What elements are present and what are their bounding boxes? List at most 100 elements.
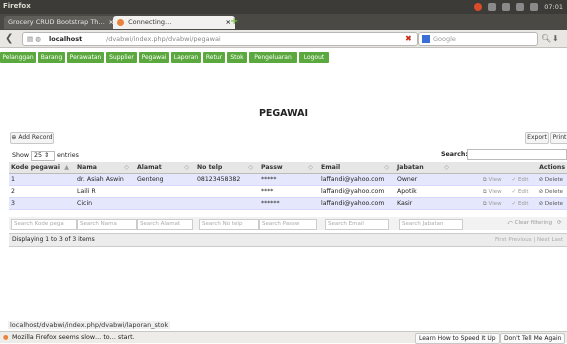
table-row[interactable]: 2 Laili R **** laffandi@yahoo.com Apotik…: [9, 185, 567, 198]
cell-kode: 1: [9, 173, 75, 186]
loading-icon: [117, 18, 124, 26]
battery-icon[interactable]: [516, 3, 525, 11]
data-table: Kode pegawai ▲ Nama ◇ Alamat ◇ No telp ◇ Pas…: [9, 162, 567, 210]
clock[interactable]: 07:01: [544, 3, 563, 11]
table-footer: Displaying 1 to 3 of 3 items First Previ…: [9, 233, 567, 247]
pager: First Previous | Next Last: [495, 237, 563, 243]
pager-last[interactable]: Last: [552, 237, 563, 243]
delete-button[interactable]: ⊘ Delete: [539, 177, 563, 183]
cell-jabatan: Apotik: [395, 185, 455, 198]
learn-speed-button[interactable]: Learn How to Speed It Up: [415, 333, 500, 344]
view-button[interactable]: ⧉ View: [483, 201, 502, 208]
displaying-info: Displaying 1 to 3 of 3 items: [12, 236, 95, 243]
wifi-icon[interactable]: [488, 3, 497, 11]
search-icon[interactable]: 🔍︎: [541, 34, 551, 43]
search-placeholder: Google: [433, 35, 456, 43]
power-icon[interactable]: [474, 3, 483, 11]
url-host: localhost: [49, 35, 83, 43]
page-info-icon[interactable]: ▤ ◍: [27, 33, 41, 45]
volume-icon[interactable]: [530, 3, 539, 11]
window-title: Firefox: [3, 2, 31, 10]
filter-jabatan-input[interactable]: Search Jabatan: [399, 219, 463, 230]
filter-nama-input[interactable]: Search Nama: [77, 219, 137, 230]
menu-barang[interactable]: Barang: [38, 52, 65, 63]
col-alamat[interactable]: Alamat ◇: [135, 162, 195, 174]
search-engine-icon[interactable]: [422, 35, 430, 43]
slow-start-message: Mozilla Firefox seems slow… to… start.: [12, 334, 135, 341]
cell-passw: *****: [259, 173, 319, 186]
tab-label: Connecting…: [128, 18, 172, 26]
status-url: localhost/dvabwi/index.php/dvabwi/lapora…: [8, 321, 171, 329]
cell-email: laffandi@yahoo.com: [319, 197, 395, 210]
row-actions: ⧉ View ✓ Edit ⊘ Delete: [455, 185, 567, 198]
table-search-input[interactable]: [467, 149, 567, 160]
col-email[interactable]: Email ◇: [319, 162, 395, 174]
col-telp[interactable]: No telp ◇: [195, 162, 259, 174]
new-tab-icon[interactable]: +: [230, 17, 240, 27]
pager-next[interactable]: Next: [537, 237, 550, 243]
menu-pegawai[interactable]: Pegawai: [139, 52, 169, 63]
export-button[interactable]: Export: [525, 132, 549, 144]
col-passw[interactable]: Passw ◇: [259, 162, 319, 174]
edit-button[interactable]: ✓ Edit: [512, 177, 529, 183]
download-icon[interactable]: ⬇: [552, 34, 559, 43]
edit-button[interactable]: ✓ Edit: [512, 201, 529, 207]
menu-logout[interactable]: Logout: [299, 52, 329, 63]
col-nama[interactable]: Nama ◇: [75, 162, 135, 174]
table-header: Kode pegawai ▲ Nama ◇ Alamat ◇ No telp ◇ Pas…: [9, 162, 567, 174]
delete-button[interactable]: ⊘ Delete: [539, 201, 563, 207]
filter-telp-input[interactable]: Search No telp: [199, 219, 259, 230]
edit-button[interactable]: ✓ Edit: [512, 189, 529, 195]
menu-stok[interactable]: Stok: [227, 52, 247, 63]
menu-perawatan[interactable]: Perawatan: [67, 52, 104, 63]
tab-label: Grocery CRUD Bootstrap Th…: [8, 18, 105, 26]
clear-filtering-button[interactable]: ⤺ Clear filtering: [507, 220, 552, 227]
search-bar[interactable]: Google: [418, 32, 538, 46]
cell-jabatan: Owner: [395, 173, 455, 186]
menu-laporan[interactable]: Laporan: [171, 52, 201, 63]
back-icon[interactable]: ❮: [5, 33, 17, 45]
entries-label: entries: [57, 152, 79, 159]
filter-passw-input[interactable]: Search Passw: [259, 219, 317, 230]
view-button[interactable]: ⧉ View: [483, 189, 502, 196]
cell-telp: [195, 197, 259, 210]
url-bar[interactable]: ▤ ◍ localhost /dvabwi/index.php/dvabwi/p…: [22, 32, 418, 46]
print-button[interactable]: Print: [550, 132, 567, 144]
pager-previous[interactable]: Previous: [508, 237, 531, 243]
menu-pelanggan[interactable]: Pelanggan: [0, 52, 36, 63]
menu-retur[interactable]: Retur: [203, 52, 225, 63]
system-tray: 07:01: [474, 2, 563, 12]
tab-grocery-crud[interactable]: Grocery CRUD Bootstrap Th… ×: [4, 16, 118, 29]
app-menu: Pelanggan Barang Perawatan Supplier Pega…: [0, 51, 340, 64]
cell-nama: Cicin: [75, 197, 135, 210]
add-record-button[interactable]: ⊕ Add Record: [10, 132, 54, 144]
dont-tell-button[interactable]: Don't Tell Me Again: [500, 333, 566, 344]
filter-alamat-input[interactable]: Search Alamat: [137, 219, 193, 230]
stop-icon[interactable]: ✖: [405, 34, 412, 43]
firefox-icon: ●: [3, 334, 9, 341]
table-row[interactable]: 1 dr. Asiah Aswin Genteng 08123458382 **…: [9, 173, 567, 186]
menu-pengeluaran[interactable]: Pengeluaran: [249, 52, 297, 63]
col-kode[interactable]: Kode pegawai ▲: [9, 162, 75, 174]
view-button[interactable]: ⧉ View: [483, 177, 502, 184]
cell-nama: Laili R: [75, 185, 135, 198]
cell-email: laffandi@yahoo.com: [319, 185, 395, 198]
add-record-label: Add Record: [18, 134, 53, 141]
table-row[interactable]: 3 Cicin ****** laffandi@yahoo.com Kasir …: [9, 197, 567, 210]
filter-email-input[interactable]: Search Email: [325, 219, 389, 230]
pager-first[interactable]: First: [495, 237, 507, 243]
cell-alamat: [135, 197, 195, 210]
os-title-bar: Firefox 07:01: [0, 0, 567, 14]
col-jabatan[interactable]: Jabatan ◇: [395, 162, 455, 174]
menu-supplier[interactable]: Supplier: [106, 52, 137, 63]
filter-kode-input[interactable]: Search Kode pega: [11, 219, 77, 230]
show-label: Show: [12, 152, 29, 159]
refresh-icon[interactable]: ⟳: [557, 220, 562, 226]
tab-strip: Grocery CRUD Bootstrap Th… × Connecting……: [0, 14, 567, 30]
delete-button[interactable]: ⊘ Delete: [539, 189, 563, 195]
cell-passw: ****: [259, 185, 319, 198]
mail-icon[interactable]: [502, 3, 511, 11]
cell-telp: [195, 185, 259, 198]
entries-select[interactable]: 25 ⇕: [31, 151, 56, 161]
tab-connecting[interactable]: Connecting… ×: [113, 16, 235, 29]
